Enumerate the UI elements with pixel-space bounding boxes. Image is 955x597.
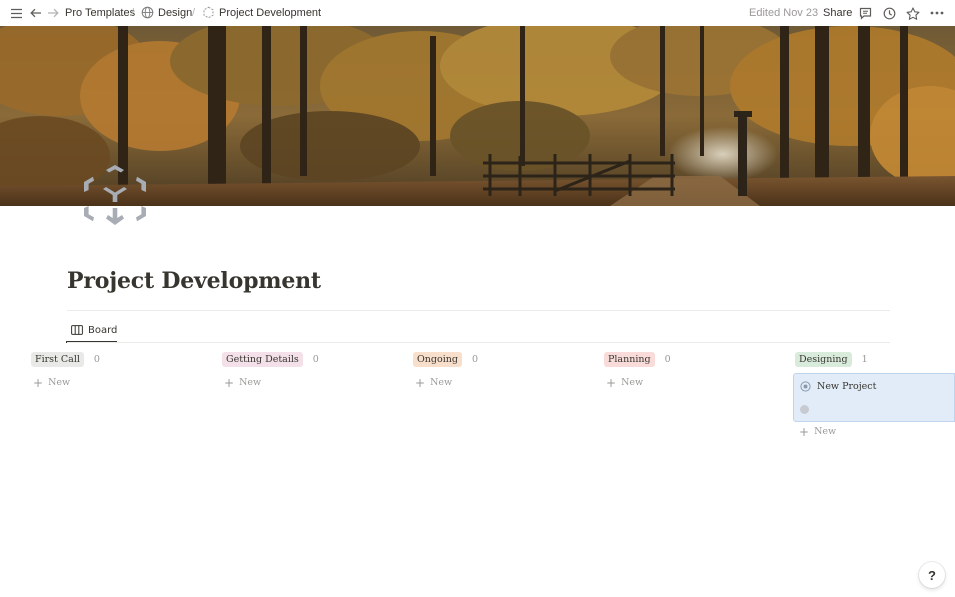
plus-icon: + [606, 375, 617, 390]
new-card-button[interactable]: + New [31, 375, 211, 390]
plus-icon: + [415, 375, 426, 390]
column-label[interactable]: First Call [31, 351, 84, 367]
breadcrumb-pro-templates[interactable]: Pro Templates [65, 0, 135, 26]
divider [67, 310, 890, 311]
comment-icon[interactable] [856, 4, 874, 22]
new-card-button[interactable]: + New [604, 375, 784, 390]
back-arrow-icon[interactable] [27, 4, 45, 22]
column-count: 0 [312, 353, 319, 365]
card-title: New Project [817, 381, 877, 392]
board-column-getting-details: Getting Details 0 + New [222, 350, 402, 390]
new-card-button[interactable]: + New [222, 375, 402, 390]
breadcrumb-project-development[interactable]: Project Development [219, 0, 321, 26]
new-label: New [48, 377, 71, 388]
property-dot-icon [800, 405, 809, 414]
plus-icon: + [224, 375, 235, 390]
plus-icon: + [799, 424, 810, 439]
breadcrumb-design[interactable]: Design [158, 0, 192, 26]
column-label[interactable]: Designing [795, 351, 852, 367]
board-column-planning: Planning 0 + New [604, 350, 784, 390]
tab-label: Board [88, 324, 118, 336]
cube-icon[interactable] [80, 162, 150, 236]
column-count: 0 [664, 353, 671, 365]
star-icon[interactable] [904, 4, 922, 22]
column-count: 0 [93, 353, 100, 365]
new-label: New [239, 377, 262, 388]
column-count: 0 [471, 353, 478, 365]
forward-arrow-icon[interactable] [44, 4, 62, 22]
page-title[interactable]: Project Development [67, 268, 321, 294]
column-label[interactable]: Getting Details [222, 351, 303, 367]
breadcrumb-separator: / [192, 7, 196, 19]
clock-icon[interactable] [880, 4, 898, 22]
new-label: New [621, 377, 644, 388]
edited-timestamp: Edited Nov 23 [749, 7, 819, 19]
share-button[interactable]: Share [823, 0, 852, 26]
board-card[interactable]: New Project [793, 373, 955, 422]
column-label[interactable]: Planning [604, 351, 655, 367]
page-status-icon [800, 381, 811, 392]
board-column-ongoing: Ongoing 0 + New [413, 350, 593, 390]
column-count: 1 [861, 353, 868, 365]
more-options-icon[interactable] [928, 4, 946, 22]
menu-icon[interactable] [7, 4, 25, 22]
top-bar: Pro Templates / Design / Project Develop… [0, 0, 955, 26]
tab-board[interactable]: Board [66, 318, 117, 342]
board-column-first-call: First Call 0 + New [31, 350, 211, 390]
help-button[interactable]: ? [919, 562, 945, 588]
globe-icon [141, 6, 154, 19]
divider [67, 342, 890, 343]
new-card-button[interactable]: + New [413, 375, 593, 390]
breadcrumb-separator: / [131, 7, 135, 19]
board-column-designing: Designing 1 [795, 350, 955, 368]
new-label: New [814, 426, 837, 437]
new-label: New [430, 377, 453, 388]
cube-icon [203, 6, 214, 19]
column-label[interactable]: Ongoing [413, 351, 462, 367]
plus-icon: + [33, 375, 44, 390]
new-card-button[interactable]: + New [797, 424, 837, 439]
board-icon [71, 325, 83, 335]
